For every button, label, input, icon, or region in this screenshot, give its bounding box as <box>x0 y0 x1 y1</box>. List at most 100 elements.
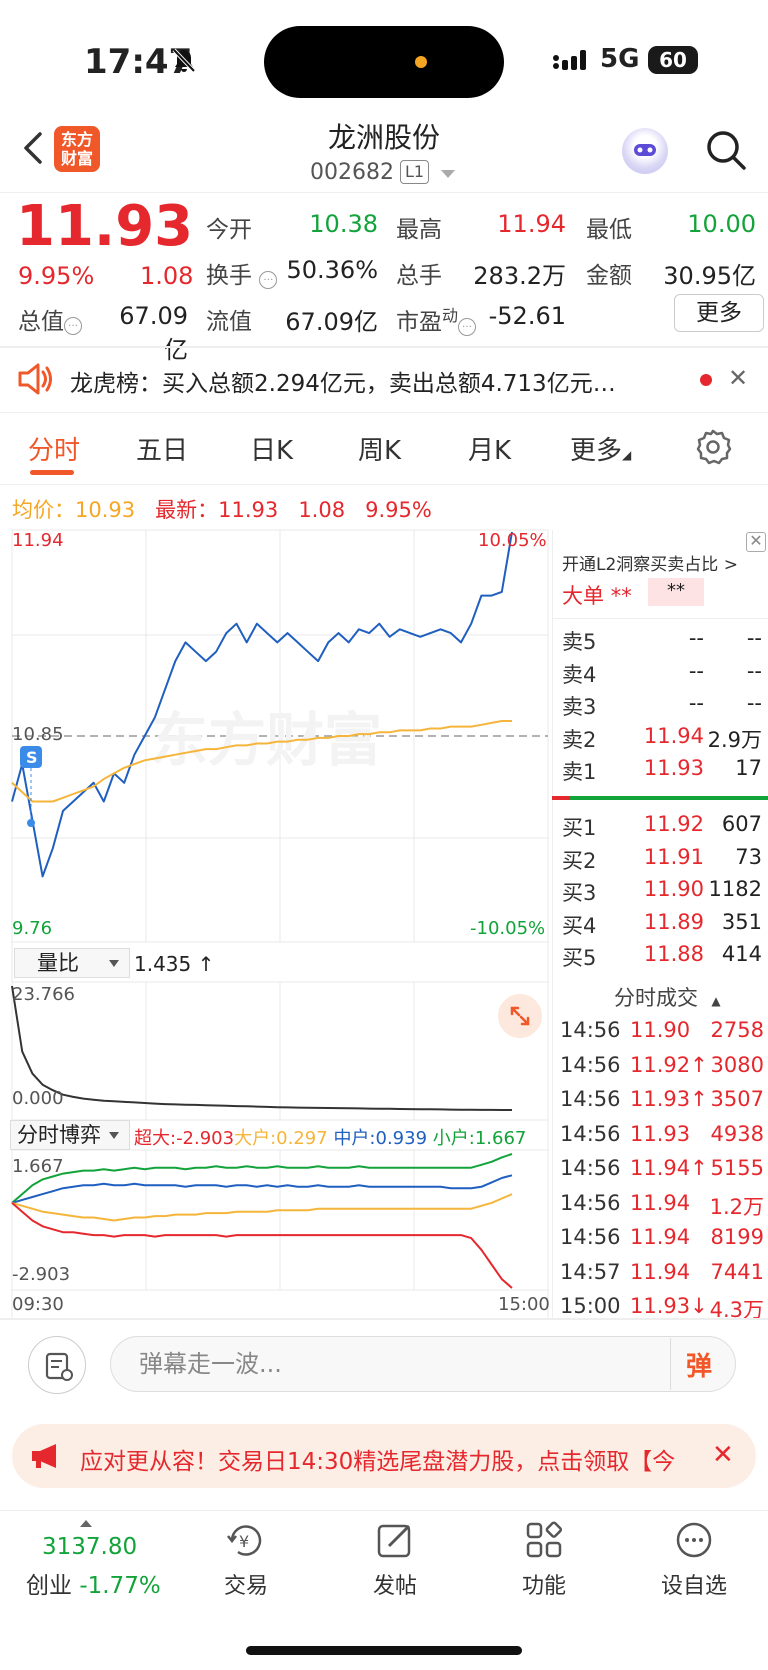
index-value[interactable]: 3137.80 <box>42 1534 137 1560</box>
info-icon[interactable]: … <box>259 271 278 289</box>
ask-price: 11.94 <box>643 723 704 748</box>
tab-intraday[interactable]: 分时 <box>28 430 80 467</box>
watermark: 东方财富 <box>150 706 382 774</box>
bid-row[interactable]: 买4 11.89 351 <box>562 910 762 940</box>
bid-label: 买1 <box>562 816 597 840</box>
assistant-robot-icon[interactable] <box>622 128 668 174</box>
tick-row: 14:56 11.90 2758 <box>560 1018 764 1050</box>
info-icon[interactable]: … <box>458 317 477 336</box>
apps-grid-icon <box>526 1521 563 1558</box>
y-axis-bottom: 9.76 <box>12 918 53 939</box>
danmaku-input[interactable]: 弹幕走一波... <box>110 1336 736 1392</box>
divider <box>0 412 768 413</box>
tick-time: 14:56 <box>560 1190 621 1215</box>
fund-flow-series-line-2 <box>11 1193 513 1222</box>
bid-label: 买3 <box>562 881 597 905</box>
compose-icon <box>377 1524 411 1558</box>
tab-daily-k[interactable]: 日K <box>250 430 293 467</box>
big-order-value: ** <box>648 578 704 606</box>
tick-header[interactable]: 分时成交 ▲ <box>614 982 721 1012</box>
divider <box>0 192 768 193</box>
tab-weekly-k[interactable]: 周K <box>358 430 401 467</box>
bid-row[interactable]: 买3 11.90 1182 <box>562 877 762 907</box>
level-badge[interactable]: L1 <box>400 160 430 184</box>
tick-row: 14:57 11.94 7441 <box>560 1260 764 1292</box>
danmaku-settings-icon[interactable] <box>28 1336 86 1394</box>
close-icon[interactable]: ✕ <box>728 364 748 392</box>
low-label: 最低 <box>586 217 632 243</box>
last-price: 11.93 <box>16 194 194 259</box>
ask-label: 卖4 <box>562 662 597 687</box>
turnover-value: 50.36% <box>286 256 378 284</box>
tick-row: 14:56 11.92↑ 3080 <box>560 1053 764 1085</box>
more-button[interactable]: 更多 <box>674 294 764 332</box>
news-ticker[interactable]: 龙虎榜：买入总额2.294亿元，卖出总额4.713亿元… <box>70 364 660 398</box>
bid-volume: 73 <box>735 844 762 869</box>
close-icon[interactable]: ✕ <box>746 532 766 552</box>
stock-code: 002682 <box>310 160 394 185</box>
svg-text:¥: ¥ <box>239 1532 249 1551</box>
danmaku-send-button[interactable]: 弹 <box>686 1346 712 1383</box>
divider <box>0 1318 768 1320</box>
indicator-select[interactable]: 量比 <box>14 948 130 978</box>
divider <box>552 530 553 1318</box>
nav-add-watchlist[interactable]: 设自选 <box>644 1520 744 1600</box>
tick-time: 14:56 <box>560 1156 621 1180</box>
chevron-up-icon[interactable] <box>80 1520 92 1527</box>
ask-row[interactable]: 卖1 11.93 17 <box>562 756 762 786</box>
bid-volume: 414 <box>721 942 762 966</box>
change-percent: 9.95% <box>18 262 95 290</box>
bid-row[interactable]: 买5 11.88 414 <box>562 942 762 972</box>
change-value: 1.08 <box>140 262 194 290</box>
speaker-icon <box>18 363 52 395</box>
mktcap-value: 67.09亿 <box>119 302 188 364</box>
tab-five-day[interactable]: 五日 <box>136 430 188 467</box>
fund-flow-series-line-0 <box>11 1153 513 1204</box>
nav-trade[interactable]: ¥ 交易 <box>196 1520 296 1600</box>
home-indicator <box>246 1646 522 1655</box>
tick-volume: 3507 <box>710 1087 764 1111</box>
bid-price: 11.88 <box>643 942 704 966</box>
battery-icon: 60 <box>648 46 698 74</box>
index-name[interactable]: 创业 -1.77% <box>26 1566 161 1600</box>
ask-row[interactable]: 卖3 -- -- <box>562 691 762 721</box>
fund-flow-legend: 超大:-2.903大户:0.297 中户:0.939 小户:1.667 <box>134 1128 527 1149</box>
tab-more[interactable]: 更多◢ <box>570 430 631 467</box>
bid-volume: 351 <box>721 909 762 934</box>
ask-row[interactable]: 卖5 -- -- <box>562 626 762 656</box>
tick-time: 14:56 <box>560 1225 621 1249</box>
ask-label: 卖3 <box>562 695 597 719</box>
nav-functions[interactable]: 功能 <box>494 1520 594 1600</box>
close-icon[interactable]: ✕ <box>712 1440 734 1470</box>
megaphone-icon <box>32 1444 56 1468</box>
tick-volume: 3080 <box>710 1052 764 1077</box>
nav-post[interactable]: 发帖 <box>345 1520 445 1600</box>
ask-row[interactable]: 卖4 -- -- <box>562 659 762 689</box>
fund-flow-select[interactable]: 分时博弈 <box>10 1120 130 1150</box>
gear-icon[interactable] <box>694 428 732 466</box>
pe-value: -52.61 <box>488 302 566 330</box>
ask-row[interactable]: 卖2 11.94 2.9万 <box>562 724 762 754</box>
ask-price: -- <box>688 658 704 683</box>
chevron-down-icon[interactable] <box>441 170 455 178</box>
bid-row[interactable]: 买2 11.91 73 <box>562 845 762 875</box>
l2-promo-link[interactable]: 开通L2洞察买卖占比 > <box>562 550 738 575</box>
y-axis-top: 11.94 <box>12 530 64 551</box>
ask-price: -- <box>688 626 704 650</box>
volume-value: 283.2万 <box>473 262 566 290</box>
bid-row[interactable]: 买1 11.92 607 <box>562 812 762 842</box>
expand-icon[interactable] <box>498 994 542 1038</box>
tick-price: 11.94↑ <box>630 1156 708 1180</box>
info-icon[interactable]: … <box>64 317 82 335</box>
bid-price: 11.91 <box>643 844 704 869</box>
search-icon[interactable] <box>704 128 748 172</box>
dynamic-island <box>264 26 504 98</box>
tick-time: 14:56 <box>560 1018 621 1042</box>
tick-time: 14:57 <box>560 1259 621 1284</box>
bid-volume: 1182 <box>708 877 762 901</box>
tick-volume: 5155 <box>710 1156 764 1180</box>
tab-indicator <box>30 470 74 475</box>
promo-text[interactable]: 应对更从容！交易日14:30精选尾盘潜力股，点击领取【今 <box>80 1442 700 1476</box>
tab-monthly-k[interactable]: 月K <box>468 430 511 467</box>
sell-ratio-bar <box>552 796 570 800</box>
